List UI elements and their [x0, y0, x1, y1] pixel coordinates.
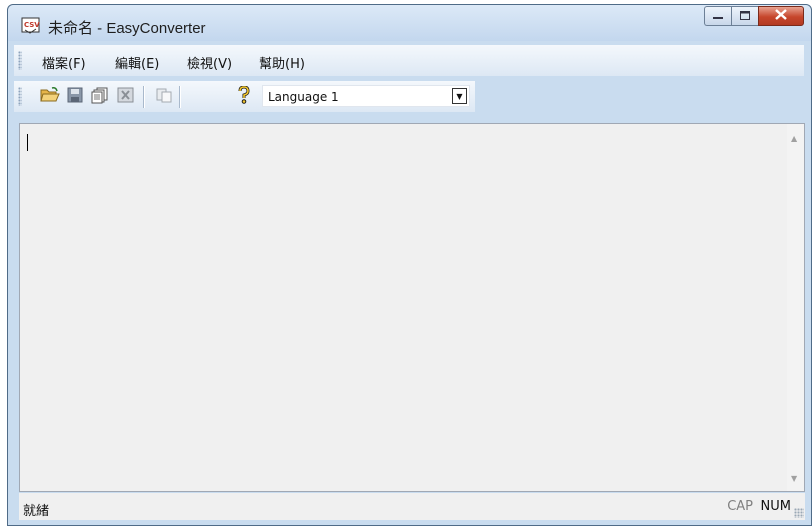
- delete-icon: [117, 87, 134, 107]
- help-icon: [237, 85, 251, 108]
- status-text: 就緒: [23, 504, 50, 519]
- caption-buttons: [704, 6, 804, 26]
- toolbar-separator: [179, 86, 181, 108]
- scroll-down-icon[interactable]: ▼: [791, 474, 797, 483]
- toolbar-grip-icon[interactable]: [18, 87, 22, 106]
- csv-file-icon[interactable]: CSV: [21, 17, 41, 35]
- menu-help[interactable]: 幫助(H): [259, 53, 305, 72]
- close-icon: [775, 8, 787, 24]
- copy-button[interactable]: [89, 87, 109, 107]
- window-title: 未命名 - EasyConverter: [48, 20, 206, 37]
- minimize-button[interactable]: [704, 6, 731, 26]
- language-select[interactable]: Language 1 ▼: [262, 85, 470, 107]
- num-indicator: NUM: [760, 499, 791, 514]
- svg-text:CSV: CSV: [24, 21, 40, 29]
- resize-grip-icon[interactable]: [794, 508, 804, 518]
- text-editor[interactable]: ▲ ▼: [19, 123, 805, 492]
- menu-file[interactable]: 檔案(F): [42, 53, 86, 72]
- toolbar-separator: [143, 86, 145, 108]
- scroll-up-icon[interactable]: ▲: [791, 134, 797, 143]
- maximize-button[interactable]: [731, 6, 758, 26]
- language-select-value: Language 1: [268, 90, 339, 104]
- save-disk-icon: [67, 87, 83, 107]
- open-button[interactable]: [40, 87, 60, 107]
- vertical-scrollbar[interactable]: ▲ ▼: [787, 124, 804, 491]
- help-button[interactable]: [234, 85, 254, 108]
- text-caret: [27, 134, 28, 151]
- menu-bar: 檔案(F) 編輯(E) 檢視(V) 幫助(H): [14, 45, 804, 76]
- menu-view[interactable]: 檢視(V): [187, 53, 232, 72]
- menu-edit[interactable]: 編輯(E): [115, 53, 159, 72]
- copy-pages-icon: [91, 87, 108, 108]
- paste-icon: [156, 87, 172, 107]
- cap-indicator: CAP: [727, 499, 753, 514]
- close-button[interactable]: [758, 6, 804, 26]
- open-folder-icon: [40, 87, 60, 107]
- minimize-icon: [713, 10, 723, 23]
- status-bar: 就緒 CAP NUM: [19, 493, 805, 520]
- title-bar[interactable]: CSV 未命名 - EasyConverter: [8, 5, 811, 41]
- paste-button[interactable]: [154, 87, 174, 107]
- delete-button[interactable]: [115, 87, 135, 107]
- menubar-grip-icon[interactable]: [18, 51, 22, 70]
- save-button[interactable]: [65, 87, 85, 107]
- maximize-icon: [740, 10, 750, 23]
- app-window: CSV 未命名 - EasyConverter 檔案(F) 編輯(E) 檢視(V…: [7, 4, 812, 526]
- toolbar: Language 1 ▼: [14, 81, 475, 112]
- dropdown-arrow-icon[interactable]: ▼: [452, 88, 467, 104]
